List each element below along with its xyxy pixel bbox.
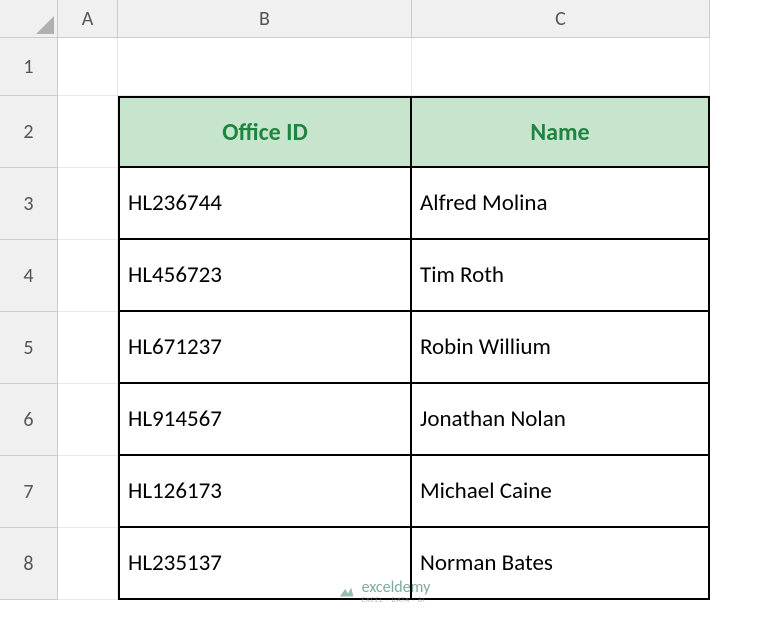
cell-a8[interactable]: [58, 528, 118, 600]
table-cell[interactable]: Alfred Molina: [412, 168, 710, 240]
table-cell[interactable]: Norman Bates: [412, 528, 710, 600]
table-header-office-id[interactable]: Office ID: [118, 96, 412, 168]
col-header-b[interactable]: B: [118, 0, 412, 38]
row-header-2[interactable]: 2: [0, 96, 58, 168]
cell-a4[interactable]: [58, 240, 118, 312]
watermark: exceldemy EXCEL · DATA · BI: [338, 580, 431, 603]
col-header-a[interactable]: A: [58, 0, 118, 38]
watermark-sub: EXCEL · DATA · BI: [362, 596, 431, 603]
row-header-1[interactable]: 1: [0, 38, 58, 96]
row-header-4[interactable]: 4: [0, 240, 58, 312]
row-header-3[interactable]: 3: [0, 168, 58, 240]
row-header-6[interactable]: 6: [0, 384, 58, 456]
table-cell[interactable]: Jonathan Nolan: [412, 384, 710, 456]
table-cell[interactable]: HL456723: [118, 240, 412, 312]
spreadsheet-grid: A B C 1 2 Office ID Name 3 HL236744 Alfr…: [0, 0, 768, 600]
row-header-7[interactable]: 7: [0, 456, 58, 528]
row-header-5[interactable]: 5: [0, 312, 58, 384]
cell-b1[interactable]: [118, 38, 412, 96]
cell-a3[interactable]: [58, 168, 118, 240]
table-cell[interactable]: HL236744: [118, 168, 412, 240]
cell-c1[interactable]: [412, 38, 710, 96]
col-header-c[interactable]: C: [412, 0, 710, 38]
cell-a7[interactable]: [58, 456, 118, 528]
cell-a2[interactable]: [58, 96, 118, 168]
select-all-corner[interactable]: [0, 0, 58, 38]
watermark-main: exceldemy: [362, 580, 431, 596]
table-cell[interactable]: HL671237: [118, 312, 412, 384]
cell-a5[interactable]: [58, 312, 118, 384]
row-header-8[interactable]: 8: [0, 528, 58, 600]
table-cell[interactable]: Robin Willium: [412, 312, 710, 384]
table-cell[interactable]: Michael Caine: [412, 456, 710, 528]
watermark-icon: [338, 583, 356, 601]
table-cell[interactable]: Tim Roth: [412, 240, 710, 312]
cell-a1[interactable]: [58, 38, 118, 96]
table-cell[interactable]: HL126173: [118, 456, 412, 528]
cell-a6[interactable]: [58, 384, 118, 456]
table-header-name[interactable]: Name: [412, 96, 710, 168]
table-cell[interactable]: HL914567: [118, 384, 412, 456]
watermark-text: exceldemy EXCEL · DATA · BI: [362, 580, 431, 603]
